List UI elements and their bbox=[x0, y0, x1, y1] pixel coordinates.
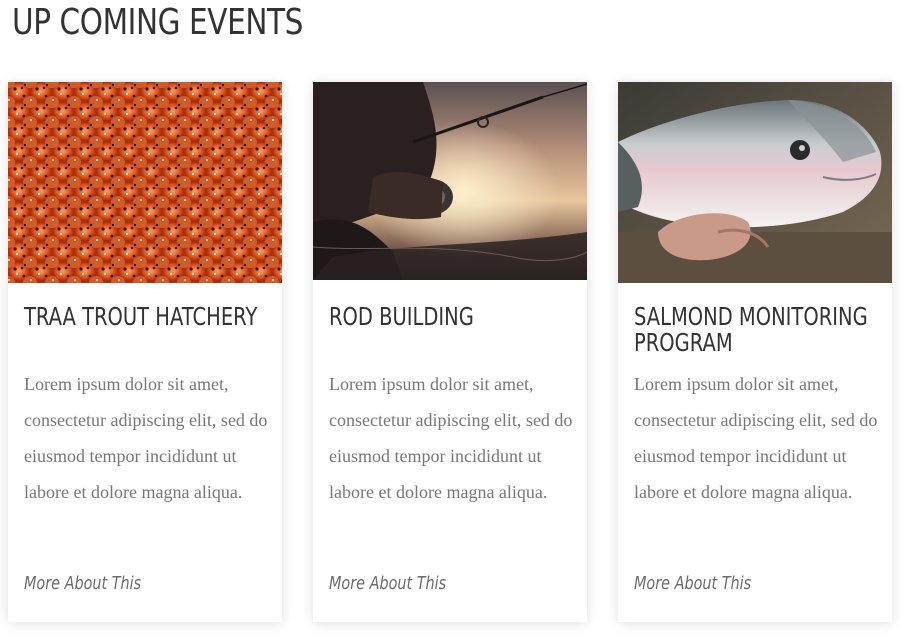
event-image-fishing-rod bbox=[313, 82, 587, 280]
event-title: TRAA TROUT HATCHERY bbox=[24, 302, 258, 331]
events-section: UP COMING EVENTS TRAA TROUT HATCHERY Lor… bbox=[0, 0, 905, 638]
more-about-link[interactable]: More About This bbox=[634, 571, 751, 597]
event-card-rod-building: ROD BUILDING Lorem ipsum dolor sit amet,… bbox=[313, 82, 587, 622]
section-title: UP COMING EVENTS bbox=[12, 2, 303, 43]
event-description: Lorem ipsum dolor sit amet, consectetur … bbox=[634, 374, 878, 502]
event-image-salmon bbox=[618, 82, 892, 283]
event-image-fish-eggs bbox=[8, 82, 282, 283]
more-about-link[interactable]: More About This bbox=[329, 571, 446, 597]
event-description: Lorem ipsum dolor sit amet, consectetur … bbox=[24, 374, 268, 502]
event-description: Lorem ipsum dolor sit amet, consectetur … bbox=[329, 374, 573, 502]
event-card-trout-hatchery: TRAA TROUT HATCHERY Lorem ipsum dolor si… bbox=[8, 82, 282, 622]
event-title: SALMOND MONITORING PROGRAM bbox=[634, 302, 868, 357]
event-title: ROD BUILDING bbox=[329, 302, 474, 331]
event-card-salmond-monitoring: SALMOND MONITORING PROGRAM Lorem ipsum d… bbox=[618, 82, 892, 622]
more-about-link[interactable]: More About This bbox=[24, 571, 141, 597]
